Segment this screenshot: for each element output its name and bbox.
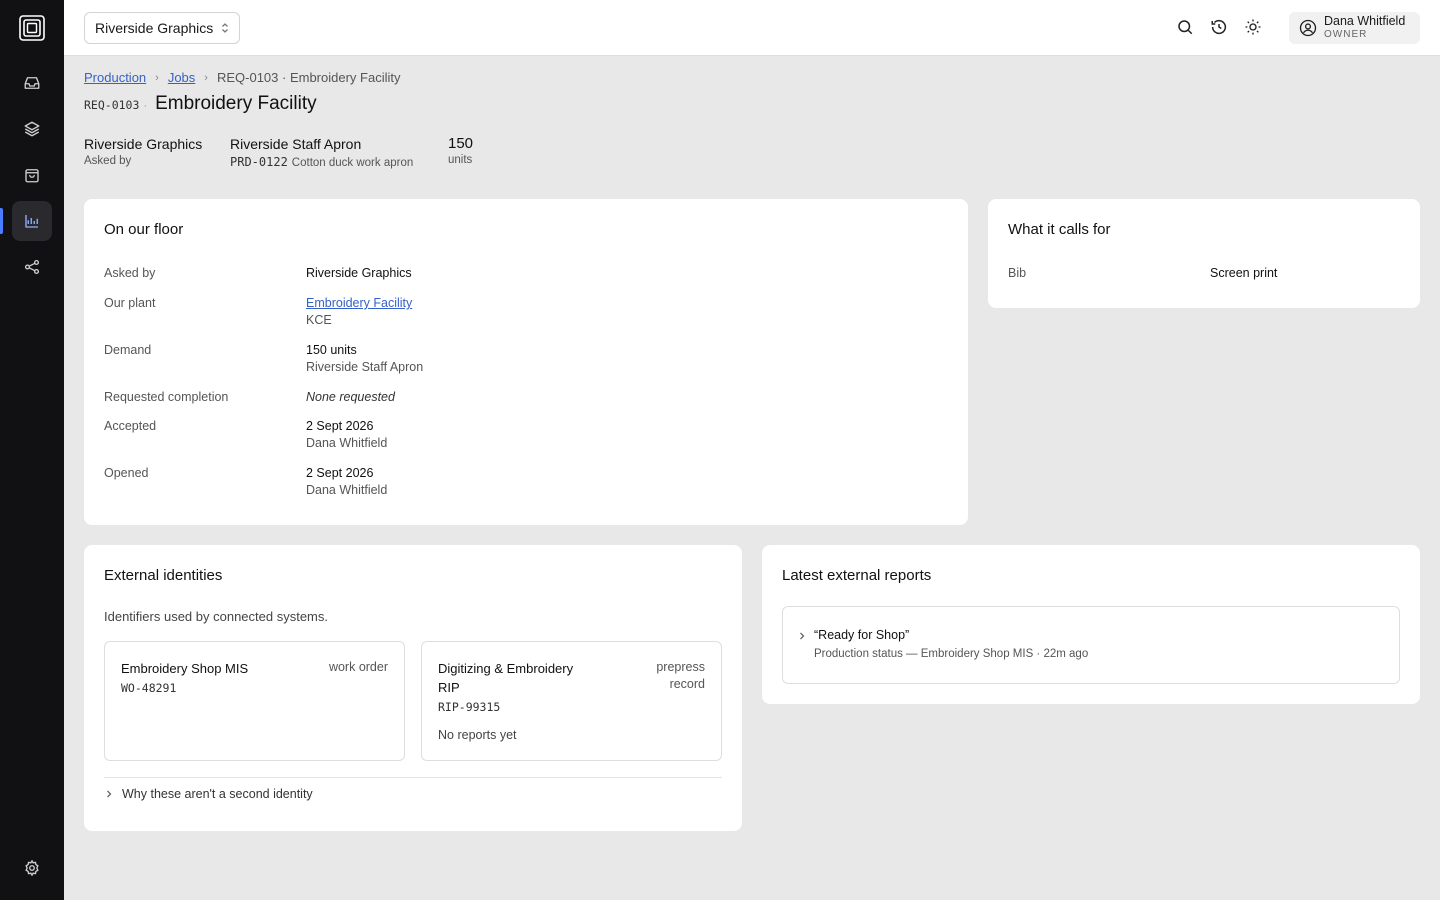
calls-for-card-title: What it calls for [1008,221,1111,238]
summary-customer: Riverside Graphics Asked by [84,136,202,167]
job-code: REQ-0103 [84,98,140,112]
detail-value: 2 Sept 2026 Dana Whitfield [306,419,388,450]
summary-quantity-label: units [448,154,473,166]
floor-card-title: On our floor [104,221,184,238]
user-menu[interactable]: Dana Whitfield OWNER [1289,12,1420,44]
detail-value: 150 units Riverside Staff Apron [306,343,424,374]
user-name: Dana Whitfield [1324,14,1406,28]
breadcrumb-current: REQ-0103 · Embroidery Facility [216,70,401,85]
summary-customer-label: Asked by [84,155,132,167]
product-code: PRD-0122 [230,155,288,169]
identity-id: RIP-99315 [438,700,501,714]
history-icon[interactable] [1210,18,1228,36]
plant-code: KCE [306,313,332,327]
identity-note: No reports yet [438,728,517,742]
report-meta: Production status — Embroidery Shop MIS … [814,648,1089,660]
identities-card: External identities Identifiers used by … [84,545,742,831]
detail-value: None requested [306,390,395,404]
calls-for-card: What it calls for Bib Screen print [988,199,1420,308]
sidebar-item-orders[interactable] [12,155,52,195]
org-switcher-label: Riverside Graphics [95,20,214,36]
detail-value: 2 Sept 2026 Dana Whitfield [306,466,388,497]
sidebar-item-settings[interactable] [12,848,52,888]
plant-link[interactable]: Embroidery Facility [306,296,412,310]
user-role: OWNER [1324,29,1368,40]
identity-box: Digitizing & Embroidery RIP prepress recor… [421,641,722,761]
identity-type: prepress record [656,660,705,691]
floor-card: On our floor Asked by Riverside Graphics… [84,199,968,525]
reports-card-title: Latest external reports [782,567,932,584]
title-separator: · [143,100,148,112]
report-title: “Ready for Shop” [814,628,910,642]
top-bar: Riverside Graphics Dana Whitfield OWNER [64,0,1440,56]
inbox-icon [24,77,40,89]
sidebar-item-production[interactable] [12,201,52,241]
detail-label: Bib [1008,266,1027,280]
summary-customer-value: Riverside Graphics [84,136,203,152]
identity-system-name: Embroidery Shop MIS [121,661,249,676]
sidebar-item-integrations[interactable] [12,247,52,287]
chevron-right-icon [800,632,805,640]
gear-icon [25,859,39,877]
sidebar-item-inbox[interactable] [12,63,52,103]
chevron-right-icon: › [204,71,208,84]
shopping-bag-icon [25,169,39,183]
identity-explainer-toggle[interactable]: Why these aren't a second identity [104,787,313,801]
breadcrumb: Production › Jobs › REQ-0103 · Embroider… [84,70,400,85]
identities-description: Identifiers used by connected systems. [104,609,329,624]
active-nav-indicator [0,208,3,234]
sidebar [0,0,64,900]
divider [104,777,722,778]
breadcrumb-link-production[interactable]: Production [84,70,146,85]
detail-value: Riverside Graphics [306,266,412,280]
summary-quantity-value: 150 [448,135,474,152]
job-title: Embroidery Facility [155,93,317,114]
chevron-right-icon [107,790,112,798]
sun-icon[interactable] [1244,18,1262,36]
layers-icon [24,121,40,137]
detail-label: Opened [104,466,149,480]
reports-card: Latest external reports “Ready for Shop”… [762,545,1420,704]
sidebar-item-layers[interactable] [12,109,52,149]
page-title: REQ-0103 · Embroidery Facility [84,93,317,115]
identities-card-title: External identities [104,567,223,584]
identity-box: Embroidery Shop MIS work order WO-48291 [104,641,405,761]
identity-system-name: Digitizing & Embroidery RIP [438,661,574,695]
report-item[interactable]: “Ready for Shop” Production status — Emb… [782,606,1400,684]
identity-id: WO-48291 [121,681,177,695]
detail-label: Accepted [104,419,157,433]
chevron-updown-icon [222,23,229,33]
identity-type: work order [328,660,388,674]
detail-label: Requested completion [104,390,229,404]
search-icon[interactable] [1176,18,1194,36]
chevron-right-icon: › [155,71,159,84]
summary-quantity: 150 units [448,135,473,166]
detail-value: Embroidery Facility KCE [306,295,412,329]
user-avatar-icon [1299,19,1317,37]
breadcrumb-link-jobs[interactable]: Jobs [168,70,195,85]
product-description: Cotton duck work apron [291,157,414,169]
detail-value: Screen print [1210,266,1278,280]
share-icon [24,259,40,275]
detail-label: Asked by [104,266,156,280]
org-switcher[interactable]: Riverside Graphics [84,12,241,44]
identity-explainer-label: Why these aren't a second identity [122,787,313,801]
logo-icon[interactable] [19,15,45,41]
chart-icon [25,215,38,228]
summary-product-value: Riverside Staff Apron [230,136,362,152]
summary-product: Riverside Staff Apron PRD-0122 Cotton duc… [230,136,413,169]
detail-label: Demand [104,343,152,357]
detail-label: Our plant [104,296,156,310]
